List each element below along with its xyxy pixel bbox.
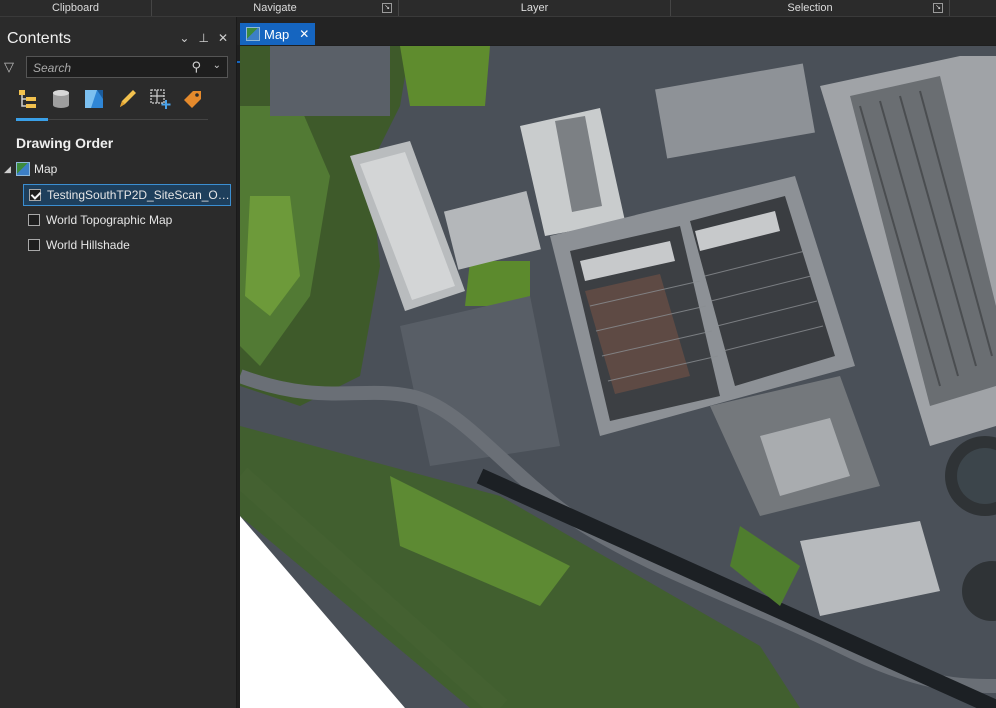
list-by-labeling-icon[interactable] — [181, 87, 205, 111]
list-by-visibility-icon[interactable] — [82, 87, 106, 111]
layer-label: World Hillshade — [46, 238, 130, 252]
list-by-data-source-icon[interactable] — [49, 87, 73, 111]
pane-options-icon[interactable]: ⌄ — [179, 31, 189, 45]
layer-visibility-checkbox[interactable] — [28, 214, 40, 226]
chevron-down-icon[interactable]: ⌄ — [213, 60, 221, 71]
layer-label: World Topographic Map — [46, 213, 173, 227]
ribbon-group-labels: Clipboard Navigate ↘ Layer Selection ↘ — [0, 0, 996, 17]
map-canvas[interactable] — [240, 46, 996, 708]
list-by-selection-icon[interactable] — [148, 87, 172, 111]
search-box[interactable]: ⚲ ⌄ — [26, 56, 228, 78]
search-icon[interactable]: ⚲ — [191, 59, 201, 75]
contents-view-toolbar — [16, 87, 205, 111]
layer-item-orthomosaic[interactable]: TestingSouthTP2D_SiteScan_Orth... — [23, 184, 231, 206]
ribbon-group-clipboard: Clipboard — [0, 0, 152, 16]
map-node-label: Map — [34, 162, 58, 176]
ribbon-group-label: Selection — [787, 2, 833, 14]
ribbon-group-label: Navigate — [253, 2, 297, 14]
ribbon-group-overflow — [950, 0, 996, 16]
filter-icon[interactable]: ▽ — [4, 59, 14, 75]
ribbon-group-label: Layer — [520, 2, 549, 14]
close-tab-icon[interactable]: ✕ — [299, 27, 309, 41]
list-by-drawing-order-icon[interactable] — [16, 87, 40, 111]
dialog-launcher-icon[interactable]: ↘ — [933, 3, 943, 13]
pin-icon[interactable]: ⊥ — [198, 31, 208, 45]
ribbon-group-layer: Layer — [399, 0, 671, 16]
layer-item-world-topographic[interactable]: World Topographic Map — [23, 209, 231, 231]
contents-pane: Contents ⌄ ⊥ ✕ ▽ ⚲ ⌄ Drawing Order — [0, 17, 237, 708]
close-icon[interactable]: ✕ — [218, 31, 228, 45]
ribbon-group-selection: Selection ↘ — [671, 0, 950, 16]
contents-title: Contents — [7, 30, 72, 47]
orthomosaic-image — [240, 46, 996, 708]
map-tree-node[interactable]: ◢ Map — [4, 162, 57, 176]
view-tab-strip: Map ✕ — [237, 17, 996, 63]
pane-header-controls: ⌄ ⊥ ✕ — [179, 31, 228, 45]
tab-map[interactable]: Map ✕ — [240, 23, 315, 45]
list-by-editing-icon[interactable] — [115, 87, 139, 111]
dialog-launcher-icon[interactable]: ↘ — [382, 3, 392, 13]
layer-visibility-checkbox[interactable] — [28, 239, 40, 251]
ribbon-group-label: Clipboard — [51, 2, 100, 14]
ribbon-group-navigate: Navigate ↘ — [152, 0, 399, 16]
search-input[interactable] — [31, 59, 185, 77]
drawing-order-heading: Drawing Order — [16, 135, 114, 151]
map-icon — [16, 162, 30, 176]
layer-item-world-hillshade[interactable]: World Hillshade — [23, 234, 231, 256]
toolbar-divider — [48, 119, 208, 120]
collapse-triangle-icon[interactable]: ◢ — [4, 164, 12, 175]
map-icon — [246, 27, 260, 41]
layer-label: TestingSouthTP2D_SiteScan_Orth... — [47, 188, 230, 202]
tab-label: Map — [264, 26, 290, 42]
layer-visibility-checkbox[interactable] — [29, 189, 41, 201]
active-view-indicator — [16, 118, 48, 121]
